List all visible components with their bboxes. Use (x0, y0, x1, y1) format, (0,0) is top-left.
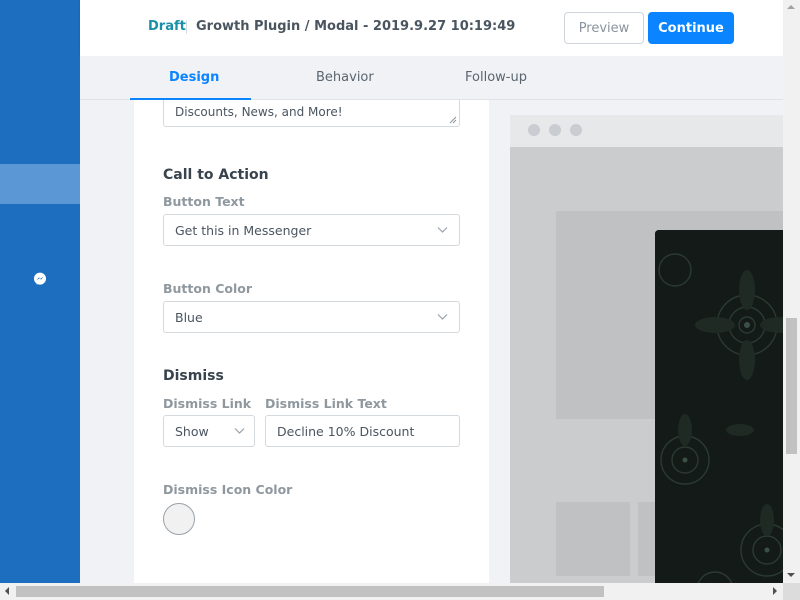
scroll-right-arrow-icon[interactable] (773, 587, 777, 595)
button-color-value: Blue (175, 310, 203, 325)
messenger-icon[interactable] (33, 272, 47, 286)
page-placeholder-block (556, 502, 630, 576)
succulent-background-image (655, 230, 783, 583)
chevron-down-icon (234, 428, 245, 434)
continue-button[interactable]: Continue (648, 12, 734, 44)
call-to-action-heading: Call to Action (163, 167, 269, 183)
dismiss-icon-color-swatch[interactable] (163, 503, 195, 535)
status-badge: Draft (148, 19, 186, 34)
sidebar (0, 0, 80, 583)
dismiss-link-text-value: Decline 10% Discount (277, 424, 415, 439)
button-color-select[interactable]: Blue (163, 301, 460, 333)
sidebar-item-active[interactable] (0, 164, 80, 204)
button-color-label: Button Color (163, 281, 253, 296)
scrollbar-corner (783, 583, 800, 600)
tab-design[interactable]: Design (169, 70, 219, 85)
browser-dot-icon (528, 124, 540, 136)
vertical-scroll-thumb[interactable] (786, 318, 797, 454)
scroll-up-arrow-icon[interactable] (787, 5, 795, 9)
scroll-down-arrow-icon[interactable] (787, 573, 795, 577)
vertical-scrollbar[interactable] (783, 0, 800, 583)
dismiss-link-label: Dismiss Link (163, 396, 252, 411)
preview-page (510, 147, 783, 583)
preview-button[interactable]: Preview (564, 12, 644, 44)
tab-follow-up[interactable]: Follow-up (465, 70, 527, 85)
button-text-value: Get this in Messenger (175, 223, 312, 238)
preview-pane (510, 115, 783, 583)
resize-grip-icon[interactable] (449, 116, 457, 124)
chevron-down-icon (437, 227, 448, 233)
browser-bar (510, 115, 783, 147)
chevron-down-icon (437, 314, 448, 320)
horizontal-scroll-thumb[interactable] (16, 586, 604, 597)
tab-behavior[interactable]: Behavior (316, 70, 374, 85)
dismiss-link-text-input[interactable]: Decline 10% Discount (265, 415, 460, 447)
horizontal-scrollbar[interactable] (0, 583, 800, 600)
dismiss-icon-color-label: Dismiss Icon Color (163, 482, 293, 497)
dismiss-link-text-label: Dismiss Link Text (265, 396, 387, 411)
modal-preview-image (655, 230, 783, 583)
button-text-label: Button Text (163, 194, 245, 209)
browser-dot-icon (570, 124, 582, 136)
scroll-left-arrow-icon[interactable] (5, 587, 9, 595)
page-title: Growth Plugin / Modal - 2019.9.27 10:19:… (196, 19, 516, 34)
textarea-value: Discounts, News, and More! (175, 105, 343, 119)
dismiss-link-select[interactable]: Show (163, 415, 255, 447)
dismiss-link-value: Show (175, 424, 209, 439)
browser-dot-icon (549, 124, 561, 136)
button-text-select[interactable]: Get this in Messenger (163, 214, 460, 246)
design-form-panel: Discounts, News, and More! Call to Actio… (134, 100, 489, 583)
dismiss-heading: Dismiss (163, 368, 224, 384)
tab-bar: Design Behavior Follow-up (80, 56, 783, 100)
header: Draft Growth Plugin / Modal - 2019.9.27 … (80, 0, 783, 56)
header-divider (186, 20, 187, 34)
description-textarea[interactable]: Discounts, News, and More! (163, 100, 460, 127)
